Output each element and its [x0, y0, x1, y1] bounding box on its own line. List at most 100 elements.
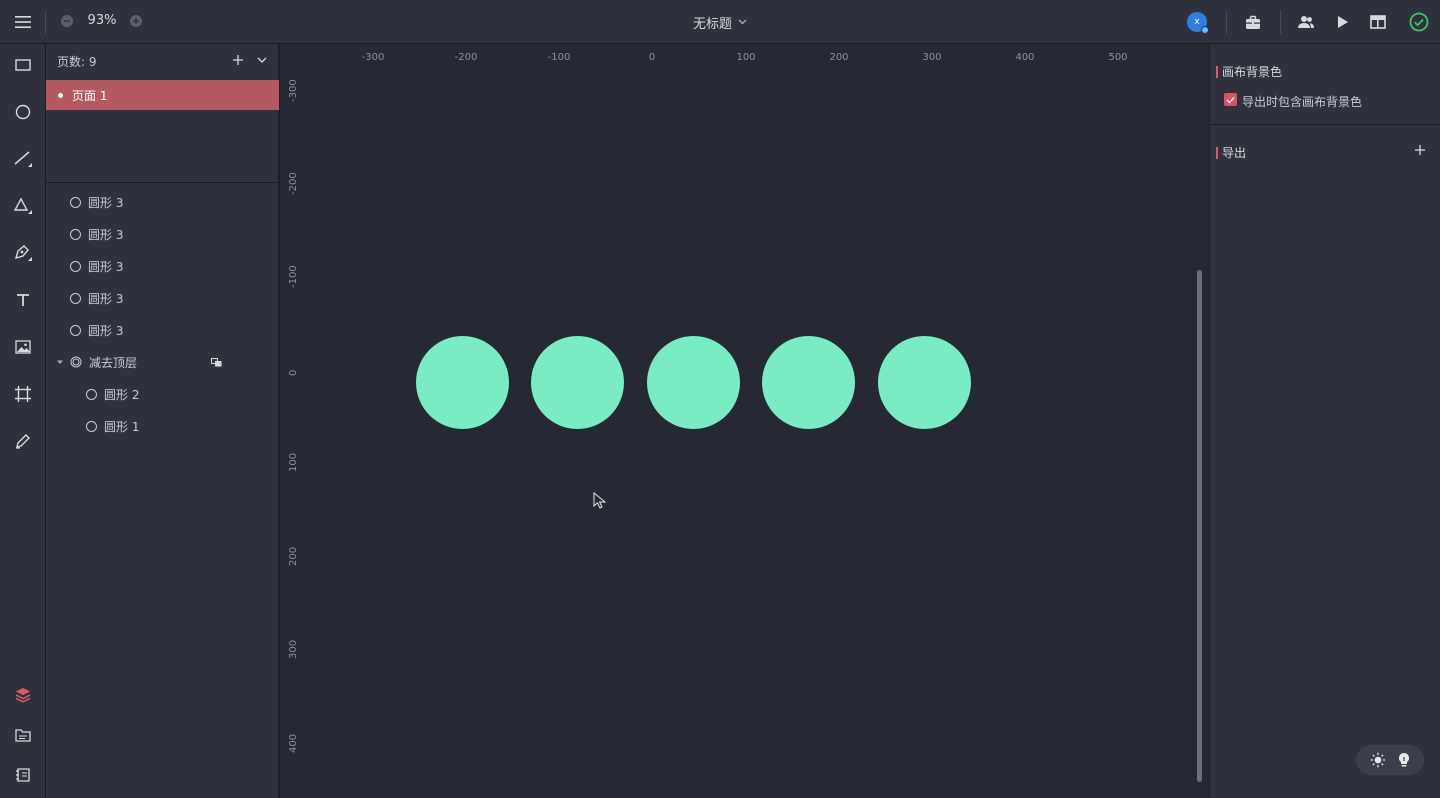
horizontal-ruler: -300 -200 -100 0 100 200 300 400 500	[280, 44, 1209, 70]
line-tool-icon[interactable]	[7, 143, 39, 175]
artboard-tool-icon[interactable]	[7, 378, 39, 410]
section-accent-bar	[1216, 65, 1218, 78]
pen-tool-icon[interactable]	[7, 237, 39, 269]
ruler-tick: 0	[288, 369, 299, 376]
circle-shape[interactable]	[762, 336, 855, 429]
layer-item-label: 圆形 3	[88, 291, 124, 306]
layer-item-label: 圆形 2	[104, 387, 140, 402]
layers-panel: 页数: 9 页面 1 圆形 3 圆形 3 圆形 3 圆形 3 圆形 3 减去顶层	[46, 44, 279, 798]
circle-layer-icon	[70, 196, 81, 208]
ruler-tick: 500	[1108, 52, 1128, 63]
section-divider	[1210, 124, 1440, 125]
layer-item[interactable]: 圆形 3	[46, 252, 279, 280]
section-accent-bar	[1216, 146, 1218, 159]
toolbar-divider	[45, 10, 46, 34]
play-icon[interactable]	[1333, 12, 1353, 32]
circle-shape[interactable]	[647, 336, 740, 429]
current-page-dot	[58, 92, 63, 98]
ruler-tick: -100	[547, 52, 571, 63]
components-library-icon[interactable]	[7, 759, 39, 791]
circle-layer-icon	[70, 228, 81, 240]
sun-icon[interactable]	[1370, 752, 1386, 768]
layer-item-label: 圆形 1	[104, 419, 140, 434]
layer-item[interactable]: 圆形 3	[46, 188, 279, 216]
design-canvas[interactable]: -300 -200 -100 0 100 200 300 400 500 -30…	[280, 44, 1209, 798]
boolean-mask-icon[interactable]	[211, 358, 222, 367]
layer-item-label: 圆形 3	[88, 195, 124, 210]
circle-shape[interactable]	[878, 336, 971, 429]
ruler-tick: 400	[1015, 52, 1035, 63]
chevron-down-icon[interactable]	[254, 52, 270, 68]
layer-group-item[interactable]: 减去顶层	[46, 348, 279, 376]
ruler-tick: -100	[288, 265, 299, 288]
circle-layer-icon	[86, 420, 97, 432]
layer-item[interactable]: 圆形 3	[46, 220, 279, 248]
ellipse-tool-icon[interactable]	[7, 96, 39, 128]
layer-item[interactable]: 圆形 1	[46, 412, 279, 440]
ruler-tick: -300	[361, 52, 385, 63]
circle-shape[interactable]	[531, 336, 624, 429]
include-background-checkbox[interactable]	[1224, 93, 1237, 106]
lightbulb-icon[interactable]	[1398, 752, 1410, 768]
toolbox-icon[interactable]	[1243, 12, 1263, 32]
page-item[interactable]: 页面 1	[46, 80, 279, 110]
include-background-label: 导出时包含画布背景色	[1242, 95, 1363, 109]
top-bar: 93% 无标题 x	[0, 0, 1440, 44]
section-title-text: 画布背景色	[1222, 65, 1283, 79]
ruler-tick: 100	[736, 52, 756, 63]
vertical-scrollbar[interactable]	[1197, 270, 1202, 782]
pages-divider	[46, 182, 279, 183]
tool-bar	[0, 44, 46, 798]
zoom-out-icon[interactable]	[58, 12, 76, 30]
ruler-tick: -200	[454, 52, 478, 63]
page-item-label: 页面 1	[72, 88, 108, 103]
ruler-tick: -300	[288, 79, 299, 102]
circle-layer-icon	[86, 388, 97, 400]
layer-item-label: 圆形 3	[88, 227, 124, 242]
add-export-icon[interactable]	[1412, 142, 1428, 158]
layers-icon[interactable]	[7, 679, 39, 711]
saved-status-icon[interactable]	[1408, 11, 1430, 33]
ruler-tick: 300	[922, 52, 942, 63]
expand-caret-icon[interactable]	[56, 358, 64, 366]
toolbar-divider	[1280, 10, 1281, 34]
circle-shape[interactable]	[416, 336, 509, 429]
document-title-text: 无标题	[692, 16, 732, 32]
rectangle-tool-icon[interactable]	[7, 49, 39, 81]
vertical-ruler: -300 -200 -100 0 100 200 300 400	[280, 70, 306, 798]
circle-layer-icon	[70, 260, 81, 272]
boolean-subtract-icon	[70, 356, 82, 368]
ruler-tick: 200	[288, 546, 299, 566]
image-tool-icon[interactable]	[7, 331, 39, 363]
layer-item[interactable]: 圆形 3	[46, 316, 279, 344]
online-status-dot	[1201, 26, 1209, 34]
ruler-tick: 400	[288, 733, 299, 753]
section-title-text: 导出	[1222, 146, 1247, 160]
pencil-tool-icon[interactable]	[7, 425, 39, 457]
assets-folder-icon[interactable]	[7, 719, 39, 751]
avatar[interactable]: x	[1187, 12, 1209, 34]
export-section-title: 导出	[1216, 144, 1246, 161]
toolbar-divider	[1226, 10, 1227, 34]
chevron-down-icon	[738, 19, 747, 25]
hamburger-menu-icon[interactable]	[8, 8, 38, 36]
circle-layer-icon	[70, 292, 81, 304]
display-options-pill	[1356, 745, 1424, 775]
avatar-initial: x	[1194, 17, 1200, 27]
layout-icon[interactable]	[1368, 12, 1388, 32]
zoom-in-icon[interactable]	[127, 12, 145, 30]
text-tool-icon[interactable]	[7, 284, 39, 316]
ruler-tick: 100	[288, 452, 299, 472]
layer-item[interactable]: 圆形 3	[46, 284, 279, 312]
pages-header: 页数: 9	[46, 44, 279, 78]
inspector-panel: 画布背景色 导出时包含画布背景色 导出	[1210, 44, 1440, 798]
layer-item[interactable]: 圆形 2	[46, 380, 279, 408]
zoom-level[interactable]: 93%	[84, 13, 120, 28]
ruler-tick: 200	[829, 52, 849, 63]
add-page-icon[interactable]	[230, 52, 246, 68]
document-title[interactable]: 无标题	[660, 12, 780, 32]
collaborators-icon[interactable]	[1296, 12, 1316, 32]
ruler-tick: 0	[648, 52, 656, 63]
page-count-label: 页数: 9	[57, 55, 97, 69]
triangle-tool-icon[interactable]	[7, 190, 39, 222]
